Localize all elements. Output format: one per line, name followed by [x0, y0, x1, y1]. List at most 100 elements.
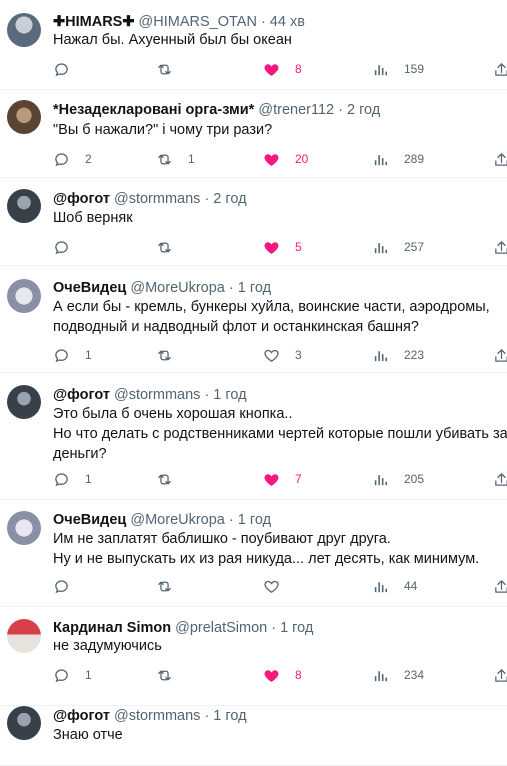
share-button[interactable]: [493, 469, 507, 489]
user-handle[interactable]: @stormmans: [114, 191, 200, 207]
reply-count: 2: [85, 152, 92, 166]
reply-tweet[interactable]: *Незадекларовані орга-зми* @trener112 · …: [0, 90, 507, 178]
views-button[interactable]: 234: [372, 665, 424, 685]
user-handle[interactable]: @trener112: [258, 102, 334, 118]
display-name[interactable]: ✚HIMARS✚: [53, 14, 135, 30]
reply-button[interactable]: 1: [53, 345, 92, 365]
views-button[interactable]: 159: [372, 59, 424, 79]
like-button[interactable]: 3: [263, 345, 302, 365]
user-handle[interactable]: @prelatSimon: [175, 620, 267, 636]
user-handle[interactable]: @HIMARS_OTAN: [139, 14, 257, 30]
reply-button[interactable]: 1: [53, 469, 92, 489]
like-count: 7: [295, 472, 302, 486]
avatar[interactable]: [7, 279, 41, 313]
tweet-text-line: деньги?: [53, 446, 107, 462]
like-button[interactable]: 8: [263, 665, 302, 685]
share-button[interactable]: [493, 345, 507, 365]
user-handle[interactable]: @MoreUkropa: [130, 280, 225, 296]
retweet-count: 1: [188, 152, 195, 166]
retweet-icon: [156, 471, 173, 488]
retweet-button[interactable]: [156, 237, 188, 257]
share-button[interactable]: [493, 149, 507, 169]
retweet-button[interactable]: 1: [156, 149, 195, 169]
reply-tweet[interactable]: @фогот @stormmans · 2 год Шоб верняк 5 257: [0, 178, 507, 266]
avatar[interactable]: [7, 619, 41, 653]
display-name[interactable]: @фогот: [53, 387, 110, 403]
share-icon: [493, 239, 507, 256]
tweet-text-line: подводный и надводный флот и останкинска…: [53, 319, 419, 335]
timestamp[interactable]: · 2 год: [338, 102, 380, 118]
display-name[interactable]: ОчеВидец: [53, 512, 126, 528]
views-button[interactable]: 223: [372, 345, 424, 365]
tweet-text-line: А если бы - кремль, бункеры хуйла, воинс…: [53, 299, 490, 315]
reply-button[interactable]: [53, 237, 85, 257]
avatar[interactable]: [7, 100, 41, 134]
display-name[interactable]: ОчеВидец: [53, 280, 126, 296]
views-button[interactable]: 257: [372, 237, 424, 257]
like-button[interactable]: 20: [263, 149, 308, 169]
user-handle[interactable]: @MoreUkropa: [130, 512, 225, 528]
reply-tweet[interactable]: ОчеВидец @MoreUkropa · 1 год А если бы - …: [0, 266, 507, 373]
tweet-text-line: Им не заплатят баблишко - поубивают друг…: [53, 531, 391, 547]
views-count: 223: [404, 348, 425, 362]
display-name[interactable]: @фогот: [53, 708, 110, 724]
reply-button[interactable]: [53, 59, 85, 79]
timestamp[interactable]: · 1 год: [204, 387, 246, 403]
timestamp[interactable]: · 1 год: [229, 512, 271, 528]
like-button[interactable]: [263, 576, 295, 596]
retweet-button[interactable]: [156, 59, 188, 79]
display-name[interactable]: @фогот: [53, 191, 110, 207]
retweet-icon: [156, 578, 173, 595]
retweet-button[interactable]: [156, 345, 188, 365]
retweet-icon: [156, 667, 173, 684]
user-handle[interactable]: @stormmans: [114, 708, 200, 724]
display-name[interactable]: *Незадекларовані орга-зми*: [53, 102, 254, 118]
share-button[interactable]: [493, 665, 507, 685]
avatar[interactable]: [7, 13, 41, 47]
tweet-text: не задумуючись: [53, 636, 503, 656]
share-button[interactable]: [493, 59, 507, 79]
avatar[interactable]: [7, 189, 41, 223]
retweet-button[interactable]: [156, 469, 188, 489]
user-handle[interactable]: @stormmans: [114, 387, 200, 403]
reply-tweet[interactable]: ✚HIMARS✚ @HIMARS_OTAN · 44 хв Нажал бы. А…: [0, 0, 507, 90]
display-name[interactable]: Кардинал Simon: [53, 620, 171, 636]
reply-icon: [53, 151, 70, 168]
views-icon: [372, 151, 389, 168]
views-count: 44: [404, 579, 418, 593]
heart-icon: [263, 347, 280, 364]
action-bar: 1 7 205: [53, 469, 507, 489]
avatar[interactable]: [7, 706, 41, 740]
like-button[interactable]: 8: [263, 59, 302, 79]
tweet-text-line: Ну и не выпускать их из рая никуда... ле…: [53, 551, 480, 567]
reply-button[interactable]: 1: [53, 665, 92, 685]
views-button[interactable]: 205: [372, 469, 424, 489]
tweet-text-line: Знаю отче: [53, 727, 123, 743]
tweet-header: Кардинал Simon @prelatSimon · 1 год: [53, 619, 313, 637]
timestamp[interactable]: · 2 год: [204, 191, 246, 207]
timestamp[interactable]: · 1 год: [204, 708, 246, 724]
avatar[interactable]: [7, 511, 41, 545]
reply-icon: [53, 239, 70, 256]
share-button[interactable]: [493, 576, 507, 596]
reply-tweet[interactable]: @фогот @stormmans · 1 год Это была б очен…: [0, 373, 507, 500]
reply-button[interactable]: 2: [53, 149, 92, 169]
reply-button[interactable]: [53, 576, 85, 596]
reply-tweet[interactable]: Кардинал Simon @prelatSimon · 1 год не за…: [0, 607, 507, 706]
timestamp[interactable]: · 1 год: [229, 280, 271, 296]
retweet-button[interactable]: [156, 665, 188, 685]
timestamp[interactable]: · 1 год: [271, 620, 313, 636]
timestamp[interactable]: · 44 хв: [261, 14, 305, 30]
tweet-text: А если бы - кремль, бункеры хуйла, воинс…: [53, 297, 503, 337]
views-button[interactable]: 44: [372, 576, 417, 596]
views-icon: [372, 239, 389, 256]
like-button[interactable]: 5: [263, 237, 302, 257]
share-button[interactable]: [493, 237, 507, 257]
tweet-text: Это была б очень хорошая кнопка.. Но что …: [53, 404, 507, 464]
views-button[interactable]: 289: [372, 149, 424, 169]
like-button[interactable]: 7: [263, 469, 302, 489]
avatar[interactable]: [7, 385, 41, 419]
retweet-button[interactable]: [156, 576, 188, 596]
reply-tweet[interactable]: @фогот @stormmans · 1 год Знаю отче: [0, 706, 507, 766]
reply-tweet[interactable]: ОчеВидец @MoreUkropa · 1 год Им не заплат…: [0, 500, 507, 607]
